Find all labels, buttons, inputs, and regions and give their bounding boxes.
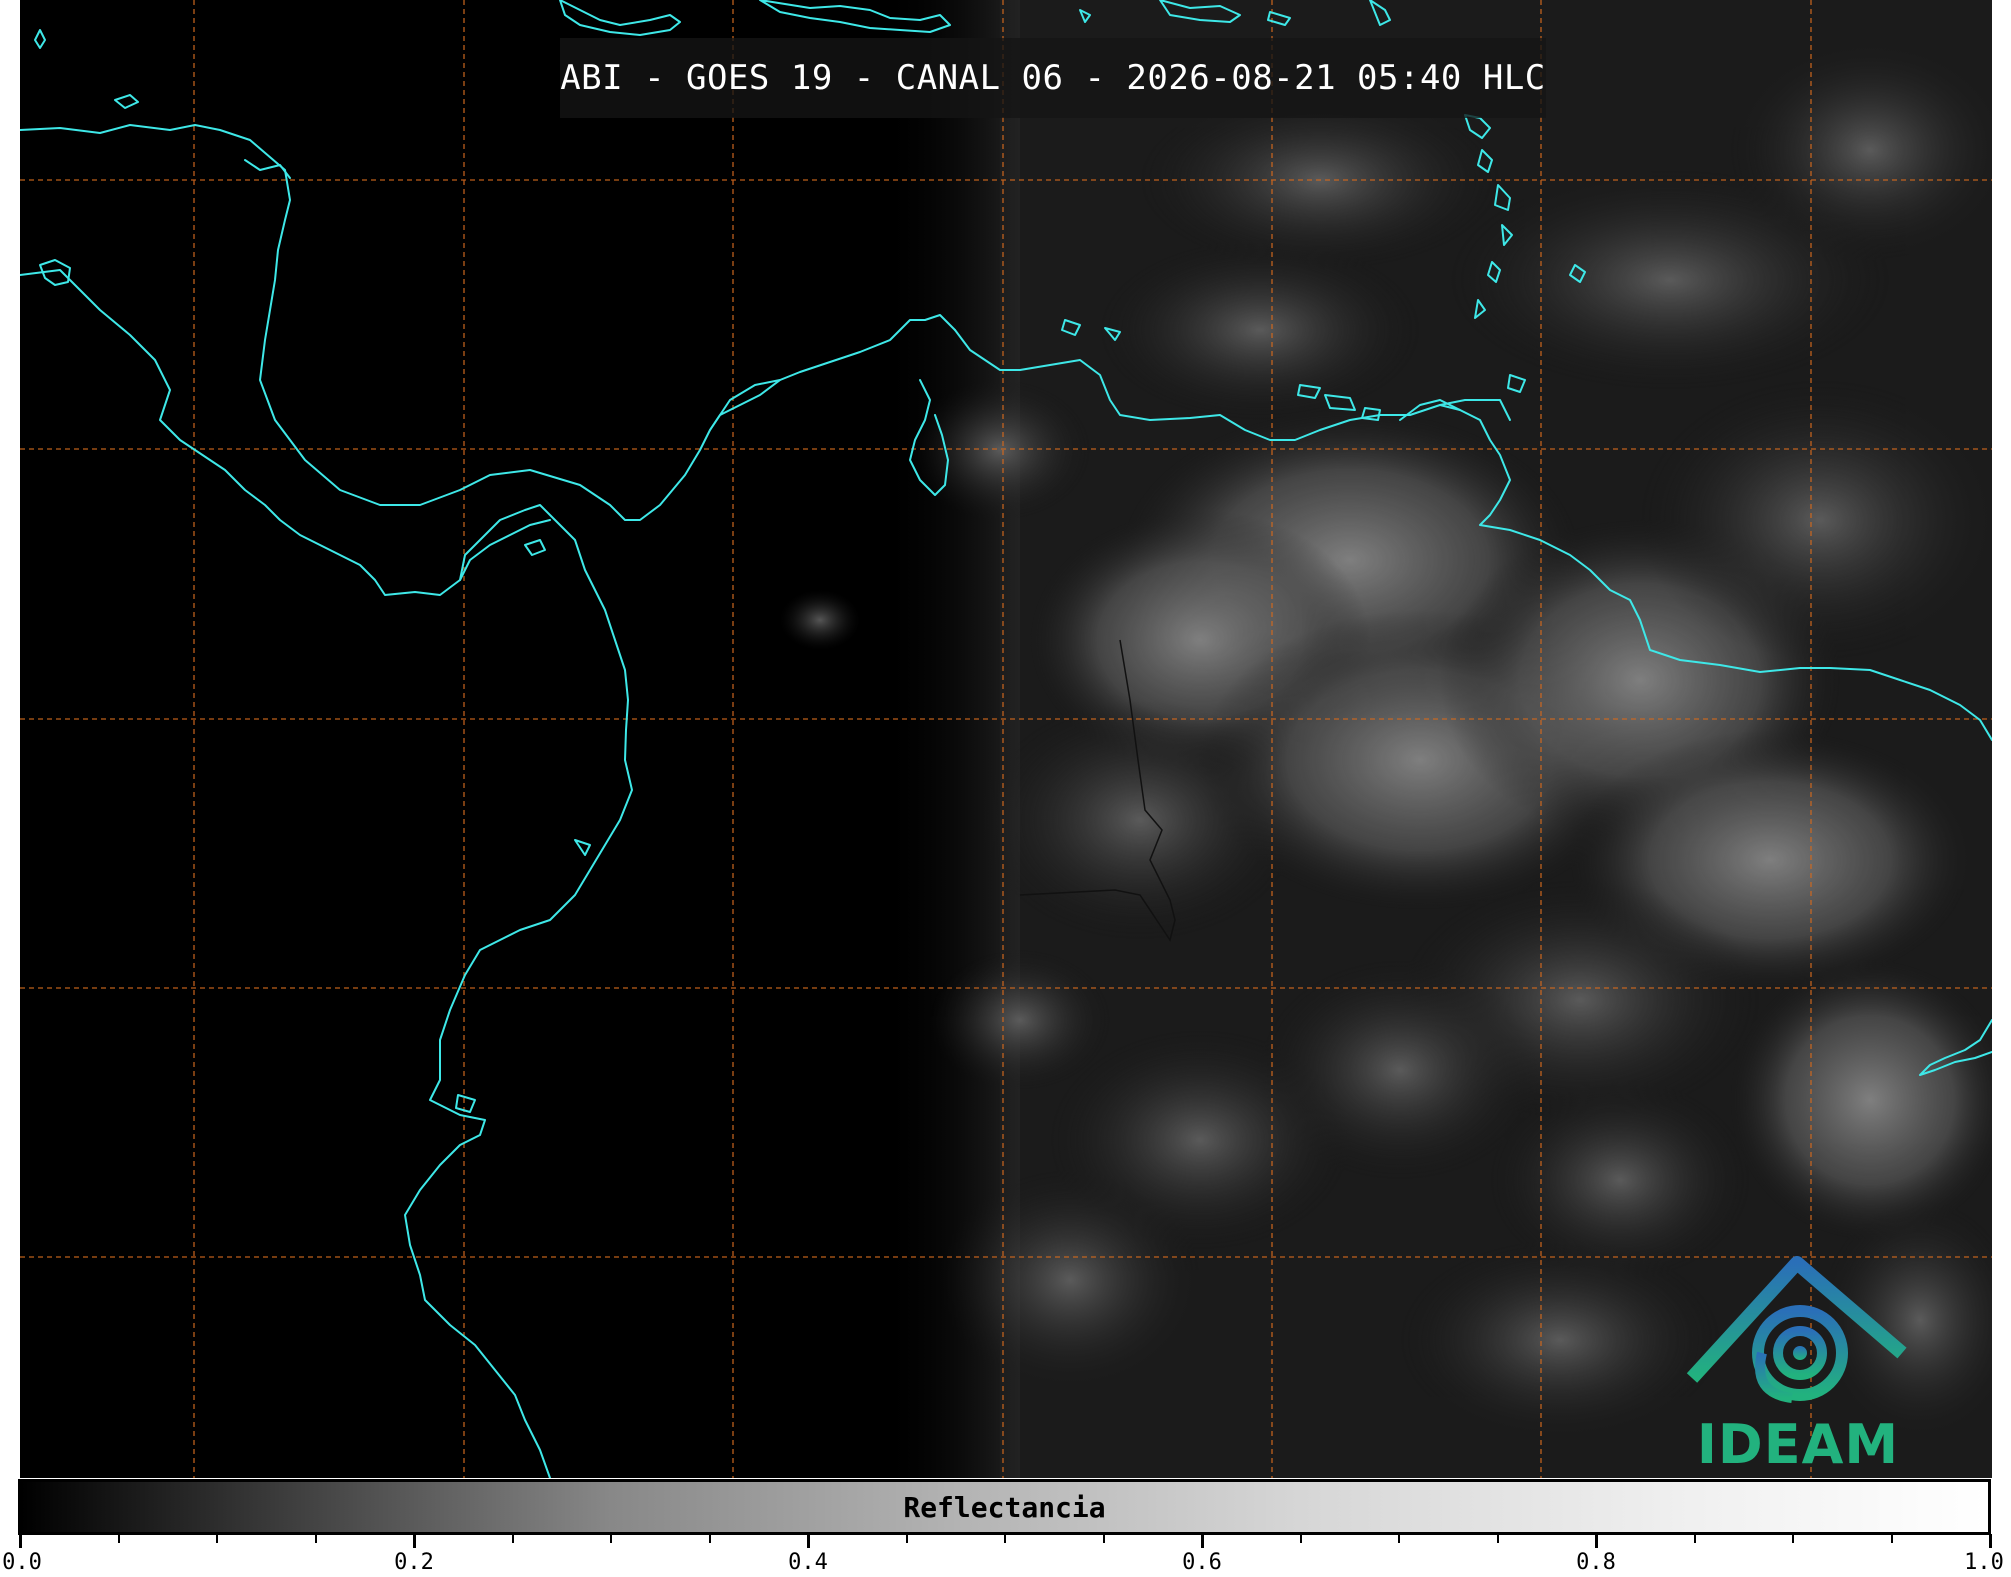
colorbar-major-tick: [1988, 1534, 1992, 1548]
colorbar-minor-tick: [1496, 1534, 1499, 1543]
colorbar-major-tick: [1594, 1534, 1598, 1548]
colorbar-tick-label: 0.6: [1182, 1550, 1222, 1575]
colorbar-major-tick: [18, 1534, 22, 1548]
colorbar-minor-tick: [905, 1534, 908, 1543]
colorbar-ticks: 0.0 0.2 0.4 0.6 0.8 1.0: [0, 1534, 2011, 1577]
colorbar-tick-label: 1.0: [1964, 1550, 2004, 1575]
colorbar-minor-tick: [1299, 1534, 1302, 1543]
colorbar-tick-label: 0.2: [394, 1550, 434, 1575]
colorbar-minor-tick: [610, 1534, 612, 1543]
colorbar-minor-tick: [216, 1534, 218, 1543]
colorbar-tick-label: 0.0: [2, 1550, 42, 1575]
colorbar-minor-tick: [314, 1534, 317, 1543]
reflectance-colorbar: Reflectancia: [18, 1479, 1991, 1535]
colorbar-minor-tick: [1398, 1534, 1400, 1543]
colorbar-minor-tick: [1890, 1534, 1893, 1543]
ideam-logo: IDEAM: [1682, 1253, 1914, 1476]
colorbar-tick-label: 0.8: [1576, 1550, 1616, 1575]
colorbar-minor-tick: [1792, 1534, 1794, 1543]
colorbar-major-tick: [1200, 1534, 1204, 1548]
colorbar-minor-tick: [1693, 1534, 1696, 1543]
colorbar-minor-tick: [1102, 1534, 1105, 1543]
colorbar-minor-tick: [708, 1534, 711, 1543]
colorbar-minor-tick: [1004, 1534, 1006, 1543]
colorbar-label: Reflectancia: [903, 1490, 1106, 1524]
colorbar-major-tick: [412, 1534, 416, 1548]
colorbar-minor-tick: [117, 1534, 120, 1543]
satellite-map[interactable]: ABI - GOES 19 - CANAL 06 - 2026-08-21 05…: [20, 0, 1992, 1478]
title-box: ABI - GOES 19 - CANAL 06 - 2026-08-21 05…: [560, 38, 1546, 118]
map-title: ABI - GOES 19 - CANAL 06 - 2026-08-21 05…: [560, 58, 1546, 98]
colorbar-tick-label: 0.4: [788, 1550, 828, 1575]
colorbar-major-tick: [806, 1534, 810, 1548]
colorbar-minor-tick: [511, 1534, 514, 1543]
ideam-logo-text: IDEAM: [1696, 1413, 1900, 1476]
ideam-logo-icon: [1686, 1256, 1907, 1403]
